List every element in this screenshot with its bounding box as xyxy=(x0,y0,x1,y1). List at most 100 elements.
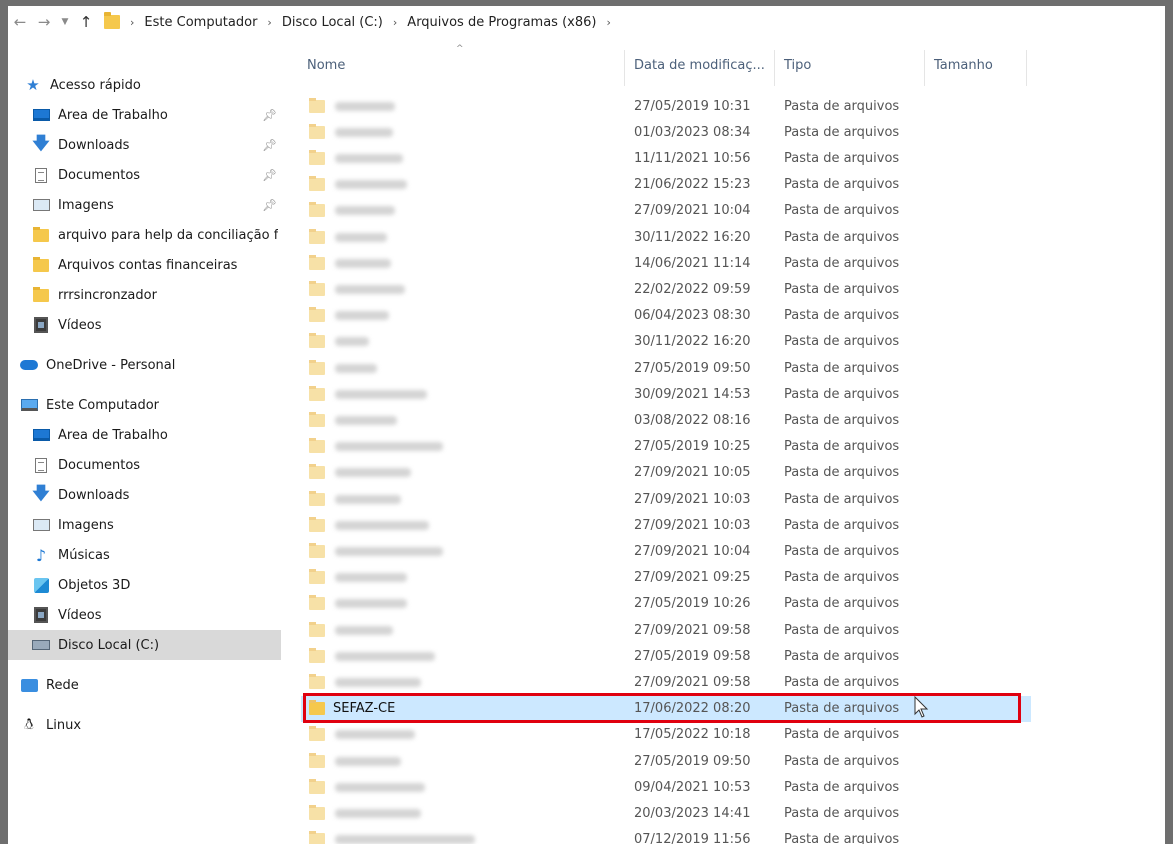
pin-icon[interactable]: 📌︎ xyxy=(262,168,277,182)
file-row[interactable]: 30/11/2022 16:20 Pasta de arquivos xyxy=(301,224,1031,250)
column-header-name[interactable]: Nome xyxy=(307,58,345,73)
sidebar-item-onedrive[interactable]: OneDrive - Personal xyxy=(8,350,281,380)
file-row[interactable]: 27/09/2021 10:05 Pasta de arquivos xyxy=(301,460,1031,486)
file-name-cell xyxy=(309,542,443,558)
file-date: 03/08/2022 08:16 xyxy=(634,412,751,428)
file-name-cell xyxy=(309,831,475,844)
sidebar-item-documents[interactable]: Documentos 📌︎ xyxy=(8,160,281,190)
breadcrumb-item[interactable]: Arquivos de Programas (x86) xyxy=(407,15,596,30)
redacted-file-name xyxy=(335,232,387,242)
column-header-type[interactable]: Tipo xyxy=(784,58,811,73)
folder-icon xyxy=(309,97,325,113)
sidebar-item-downloads[interactable]: 🡇 Downloads 📌︎ xyxy=(8,130,281,160)
file-row[interactable]: 27/09/2021 09:25 Pasta de arquivos xyxy=(301,565,1031,591)
sidebar-item-pc-videos[interactable]: Vídeos xyxy=(8,600,281,630)
sidebar-item-pc-music[interactable]: ♪ Músicas xyxy=(8,540,281,570)
sidebar-item-pc-downloads[interactable]: 🡇 Downloads xyxy=(8,480,281,510)
sidebar-item-pictures[interactable]: Imagens 📌︎ xyxy=(8,190,281,220)
file-row[interactable]: 27/05/2019 10:25 Pasta de arquivos xyxy=(301,434,1031,460)
sidebar-item-pc-pictures[interactable]: Imagens xyxy=(8,510,281,540)
file-row[interactable]: 22/02/2022 09:59 Pasta de arquivos xyxy=(301,276,1031,302)
sidebar-item-pc-desktop[interactable]: Área de Trabalho xyxy=(8,420,281,450)
download-icon: 🡇 xyxy=(32,133,50,154)
chevron-down-icon: ▼ xyxy=(61,17,69,27)
chevron-right-icon[interactable]: › xyxy=(267,16,271,29)
chevron-right-icon[interactable]: › xyxy=(393,16,397,29)
folder-icon xyxy=(309,438,325,454)
file-row[interactable]: 27/09/2021 10:03 Pasta de arquivos xyxy=(301,486,1031,512)
recent-locations-button[interactable]: ▼ xyxy=(56,6,74,38)
sidebar-item-network[interactable]: Rede xyxy=(8,670,281,700)
file-row[interactable]: 27/05/2019 09:50 Pasta de arquivos xyxy=(301,355,1031,381)
sidebar-item-label: Downloads xyxy=(58,487,130,503)
file-row[interactable]: 27/05/2019 10:31 Pasta de arquivos xyxy=(301,93,1031,119)
breadcrumb-item[interactable]: Disco Local (C:) xyxy=(282,15,383,30)
redacted-file-name xyxy=(335,206,395,216)
file-row[interactable]: 14/06/2021 11:14 Pasta de arquivos xyxy=(301,250,1031,276)
sidebar-item-pc-3d-objects[interactable]: Objetos 3D xyxy=(8,570,281,600)
sidebar-item-linux[interactable]: 🐧︎ Linux xyxy=(8,710,281,740)
sidebar-item-folder-help-conciliacao[interactable]: arquivo para help da conciliação f xyxy=(8,220,281,250)
sidebar-item-desktop[interactable]: Área de Trabalho 📌︎ xyxy=(8,100,281,130)
column-divider[interactable] xyxy=(1026,50,1027,86)
file-date: 22/02/2022 09:59 xyxy=(634,281,751,297)
file-type: Pasta de arquivos xyxy=(784,805,900,821)
file-date: 30/11/2022 16:20 xyxy=(634,229,751,245)
sidebar-item-folder-contas-financeiras[interactable]: Arquivos contas financeiras xyxy=(8,250,281,280)
file-date: 30/11/2022 16:20 xyxy=(634,334,751,350)
file-row[interactable]: 27/09/2021 10:03 Pasta de arquivos xyxy=(301,512,1031,538)
column-divider[interactable] xyxy=(924,50,925,86)
pin-icon[interactable]: 📌︎ xyxy=(262,198,277,212)
sidebar-item-label: Vídeos xyxy=(58,317,102,333)
file-row[interactable]: 01/03/2023 08:34 Pasta de arquivos xyxy=(301,119,1031,145)
file-row[interactable]: 27/09/2021 09:58 Pasta de arquivos xyxy=(301,617,1031,643)
column-divider[interactable] xyxy=(624,50,625,86)
3d-objects-icon xyxy=(33,577,49,593)
file-row[interactable]: 30/09/2021 14:53 Pasta de arquivos xyxy=(301,381,1031,407)
pin-icon[interactable]: 📌︎ xyxy=(262,138,277,152)
sidebar-item-label: Imagens xyxy=(58,197,114,213)
breadcrumb-item[interactable]: Este Computador xyxy=(144,15,257,30)
file-name-cell xyxy=(309,333,369,349)
redacted-file-name xyxy=(335,782,425,792)
file-row[interactable]: 07/12/2019 11:56 Pasta de arquivos xyxy=(301,827,1031,844)
file-row[interactable]: 30/11/2022 16:20 Pasta de arquivos xyxy=(301,329,1031,355)
file-type: Pasta de arquivos xyxy=(784,491,900,507)
sidebar-item-videos[interactable]: Vídeos xyxy=(8,310,281,340)
file-row[interactable]: 27/09/2021 10:04 Pasta de arquivos xyxy=(301,538,1031,564)
breadcrumb[interactable]: › Este Computador › Disco Local (C:) › A… xyxy=(104,6,621,38)
back-button[interactable]: ← xyxy=(8,6,32,38)
file-name-cell xyxy=(309,254,391,270)
sidebar-item-pc-documents[interactable]: Documentos xyxy=(8,450,281,480)
file-date: 27/09/2021 09:58 xyxy=(634,674,751,690)
sidebar-item-quick-access[interactable]: ★ Acesso rápido xyxy=(8,70,281,100)
file-row[interactable]: 21/06/2022 15:23 Pasta de arquivos xyxy=(301,172,1031,198)
file-name-cell xyxy=(309,202,395,218)
file-row[interactable]: 27/09/2021 10:04 Pasta de arquivos xyxy=(301,198,1031,224)
column-header-size[interactable]: Tamanho xyxy=(934,58,993,73)
up-button[interactable]: ↑ xyxy=(74,6,98,38)
sidebar-item-local-disk[interactable]: Disco Local (C:) xyxy=(8,630,281,660)
file-row[interactable]: 27/05/2019 10:26 Pasta de arquivos xyxy=(301,591,1031,617)
file-row[interactable]: 27/05/2019 09:58 Pasta de arquivos xyxy=(301,643,1031,669)
file-type: Pasta de arquivos xyxy=(784,177,900,193)
pin-icon[interactable]: 📌︎ xyxy=(262,108,277,122)
file-date: 27/05/2019 09:50 xyxy=(634,753,751,769)
chevron-right-icon[interactable]: › xyxy=(606,16,610,29)
file-row[interactable]: 03/08/2022 08:16 Pasta de arquivos xyxy=(301,407,1031,433)
column-header-date[interactable]: Data de modificaç... xyxy=(634,58,765,73)
column-divider[interactable] xyxy=(774,50,775,86)
file-row[interactable]: 11/11/2021 10:56 Pasta de arquivos xyxy=(301,145,1031,171)
sidebar-item-label: Downloads xyxy=(58,137,130,153)
chevron-right-icon: › xyxy=(130,15,135,29)
sidebar-item-this-pc[interactable]: Este Computador xyxy=(8,390,281,420)
file-row[interactable]: 20/03/2023 14:41 Pasta de arquivos xyxy=(301,800,1031,826)
file-row[interactable]: 17/05/2022 10:18 Pasta de arquivos xyxy=(301,722,1031,748)
forward-button[interactable]: → xyxy=(32,6,56,38)
redacted-file-name xyxy=(335,284,405,294)
file-row[interactable]: 27/05/2019 09:50 Pasta de arquivos xyxy=(301,748,1031,774)
sidebar-item-folder-rrrsincronzador[interactable]: rrrsincronzador xyxy=(8,280,281,310)
file-row[interactable]: 09/04/2021 10:53 Pasta de arquivos xyxy=(301,774,1031,800)
file-row[interactable]: 27/09/2021 09:58 Pasta de arquivos xyxy=(301,669,1031,695)
file-row[interactable]: 06/04/2023 08:30 Pasta de arquivos xyxy=(301,303,1031,329)
